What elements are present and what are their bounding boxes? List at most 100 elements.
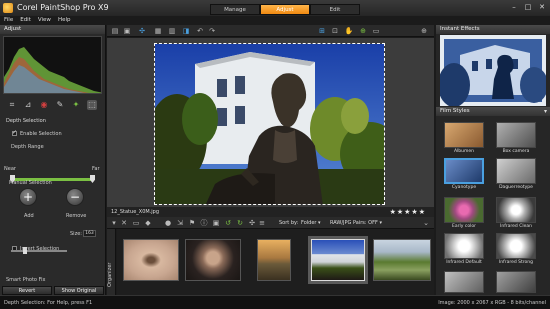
delete-icon[interactable]: ▣ bbox=[211, 218, 221, 228]
flag-icon[interactable]: ⚑ bbox=[187, 218, 197, 228]
rotate-right-icon[interactable]: ↷ bbox=[207, 26, 217, 36]
depth-range-label: Depth Range bbox=[11, 144, 44, 150]
menu-bar: File Edit View Help bbox=[0, 16, 110, 25]
tag-icon[interactable]: ◆ bbox=[143, 218, 153, 228]
effect-infrared-default[interactable] bbox=[444, 233, 484, 259]
near-label: Near bbox=[4, 166, 16, 172]
effect-cyanotype[interactable] bbox=[444, 158, 484, 184]
effect-more-2[interactable] bbox=[496, 271, 536, 293]
effect-box-camera[interactable] bbox=[496, 122, 536, 148]
fullscreen-icon[interactable]: ◨ bbox=[181, 26, 191, 36]
thumbnail-selected[interactable] bbox=[311, 239, 365, 281]
menu-help[interactable]: Help bbox=[58, 16, 71, 25]
rotate-counterclockwise-icon[interactable]: ↺ bbox=[223, 218, 233, 228]
instant-effects-panel: Instant Effects Film Styles ▾ Albumen Bo… bbox=[436, 25, 550, 295]
organizer-side-tab[interactable]: Organizer bbox=[107, 229, 116, 295]
image-filename: 12_Statue_X0M.jpg bbox=[111, 209, 160, 215]
smart-photo-fix-label[interactable]: Smart Photo Fix bbox=[6, 277, 45, 283]
effect-daguerreotype[interactable] bbox=[496, 158, 536, 184]
organizer-toolbar: ▾ ✕ ▭ ◆ ● ⇲ ⚑ ⓘ ▣ ↺ ↻ ✣ ≡ Sort by: Folde… bbox=[107, 217, 434, 229]
red-eye-tool-icon[interactable]: ◉ bbox=[39, 100, 49, 110]
zoom-more-icon[interactable]: ⊕ bbox=[419, 26, 429, 36]
remove-selection-button[interactable]: − bbox=[66, 188, 84, 206]
effect-infrared-strong[interactable] bbox=[496, 233, 536, 259]
retouch-tool-icon[interactable]: ✎ bbox=[55, 100, 65, 110]
instant-effects-title: Instant Effects bbox=[436, 25, 550, 34]
image-canvas[interactable] bbox=[107, 38, 434, 207]
zoom-slider-icon[interactable]: ▭ bbox=[371, 26, 381, 36]
menu-file[interactable]: File bbox=[4, 16, 13, 25]
raw-pairs-dropdown[interactable]: RAW/JPG Pairs: OFF ▾ bbox=[330, 220, 382, 226]
sort-dropdown[interactable]: Folder ▾ bbox=[301, 220, 321, 226]
thumbnail[interactable] bbox=[185, 239, 241, 281]
brush-size-input[interactable]: 163 bbox=[83, 230, 96, 237]
share-photo-icon[interactable]: ✣ bbox=[247, 218, 257, 228]
enable-selection-checkbox[interactable] bbox=[12, 129, 17, 136]
open-icon[interactable]: ▤ bbox=[110, 26, 120, 36]
image-info-bar: 12_Statue_X0M.jpg ★★★★★ bbox=[107, 207, 434, 217]
add-selection-button[interactable]: + bbox=[19, 188, 37, 206]
clone-tool-icon[interactable]: ✦ bbox=[71, 100, 81, 110]
revert-button[interactable]: Revert bbox=[2, 286, 52, 295]
app-logo-icon bbox=[3, 3, 13, 13]
invert-selection-label: Invert Selection bbox=[20, 246, 60, 252]
organizer-nav-icon[interactable]: ▭ bbox=[131, 218, 141, 228]
size-label: Size: bbox=[70, 231, 82, 237]
save-icon[interactable]: ▣ bbox=[122, 26, 132, 36]
adjust-tool-row: ⌗ ⊿ ◉ ✎ ✦ ⬚ bbox=[3, 98, 103, 112]
person-icon[interactable]: ● bbox=[163, 218, 173, 228]
effect-infrared-clean[interactable] bbox=[496, 197, 536, 223]
organizer-filmstrip bbox=[117, 229, 434, 295]
thumbnail[interactable] bbox=[257, 239, 291, 281]
actual-size-icon[interactable]: ⊡ bbox=[330, 26, 340, 36]
rotate-clockwise-icon[interactable]: ↻ bbox=[235, 218, 245, 228]
status-help-text: Depth Selection: For Help, press F1 bbox=[4, 300, 93, 306]
organizer-close-icon[interactable]: ✕ bbox=[119, 218, 129, 228]
collapse-organizer-icon[interactable]: ⌄ bbox=[421, 218, 431, 228]
category-dropdown-icon[interactable]: ▾ bbox=[544, 107, 547, 116]
status-image-info: Image: 2000 x 2067 x RGB - 8 bits/channe… bbox=[438, 300, 546, 306]
effect-albumen-label: Albumen bbox=[453, 149, 475, 154]
thumbnail[interactable] bbox=[373, 239, 431, 281]
film-styles-category[interactable]: Film Styles bbox=[436, 107, 550, 116]
crop-tool-icon[interactable]: ⌗ bbox=[7, 100, 17, 110]
effect-early-color[interactable] bbox=[444, 197, 484, 223]
menu-view[interactable]: View bbox=[38, 16, 51, 25]
tab-manage[interactable]: Manage bbox=[210, 4, 260, 15]
straighten-tool-icon[interactable]: ⊿ bbox=[23, 100, 33, 110]
invert-selection-checkbox[interactable] bbox=[12, 246, 17, 251]
app-title: Corel PaintShop Pro X9 bbox=[17, 3, 109, 12]
depth-selection-tool-icon[interactable]: ⬚ bbox=[87, 100, 97, 110]
adjust-panel-title: Adjust bbox=[0, 25, 105, 34]
zoom-in-icon[interactable]: ⊕ bbox=[358, 26, 368, 36]
manual-selection-heading: Manual Selection bbox=[9, 180, 52, 186]
organizer-side-label: Organizer bbox=[107, 262, 113, 287]
tab-edit[interactable]: Edit bbox=[310, 4, 360, 15]
info-icon[interactable]: ⓘ bbox=[199, 218, 209, 228]
rating-stars[interactable]: ★★★★★ bbox=[390, 208, 426, 216]
minimize-button[interactable]: – bbox=[508, 3, 520, 12]
mode-tabs: Manage Adjust Edit bbox=[210, 4, 360, 15]
grid-icon[interactable]: ▥ bbox=[167, 26, 177, 36]
tab-adjust[interactable]: Adjust bbox=[260, 4, 310, 15]
menu-edit[interactable]: Edit bbox=[20, 16, 31, 25]
depth-range-far-handle[interactable] bbox=[90, 175, 95, 183]
share-icon[interactable]: ✣ bbox=[137, 26, 147, 36]
effect-preview bbox=[440, 35, 546, 106]
effect-infrared-clean-label: Infrared Clean bbox=[500, 224, 532, 229]
effect-albumen[interactable] bbox=[444, 122, 484, 148]
effect-infrared-default-label: Infrared Default bbox=[446, 260, 482, 265]
view-icon[interactable]: ▦ bbox=[153, 26, 163, 36]
organizer-view-icon[interactable]: ≡ bbox=[257, 218, 267, 228]
organizer-expand-icon[interactable]: ⇲ bbox=[175, 218, 185, 228]
effect-more-1[interactable] bbox=[444, 271, 484, 293]
maximize-button[interactable]: □ bbox=[522, 3, 534, 12]
show-original-button[interactable]: Show Original bbox=[54, 286, 104, 295]
thumbnail[interactable] bbox=[123, 239, 179, 281]
organizer-menu-icon[interactable]: ▾ bbox=[109, 218, 119, 228]
close-button[interactable]: ✕ bbox=[536, 3, 548, 12]
photo-statue[interactable] bbox=[154, 43, 385, 205]
rotate-left-icon[interactable]: ↶ bbox=[195, 26, 205, 36]
pan-hand-icon[interactable]: ✋ bbox=[344, 26, 354, 36]
fit-window-icon[interactable]: ⊞ bbox=[317, 26, 327, 36]
